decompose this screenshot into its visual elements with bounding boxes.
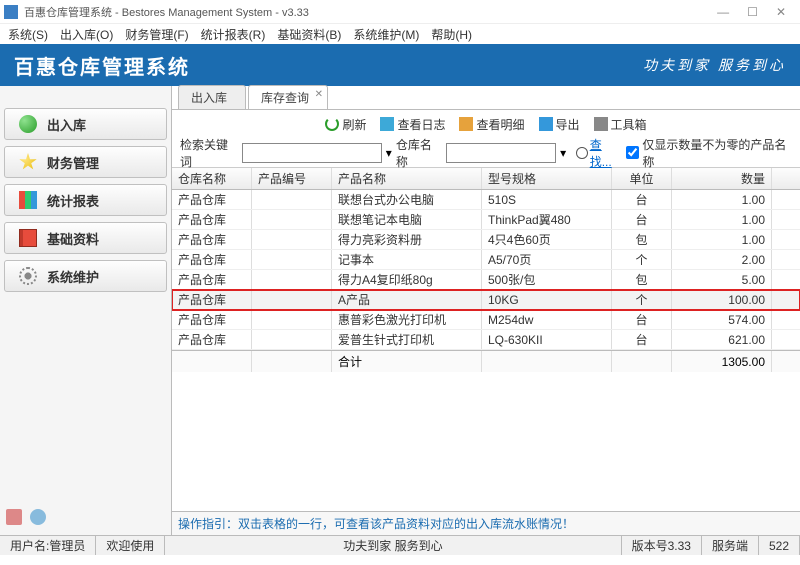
hint-text: 操作指引：双击表格的一行，可查看该产品资料对应的出入库流水账情况！ [172,511,800,535]
menu-item[interactable]: 统计报表(R) [201,26,266,43]
status-user: 用户名:管理员 [0,536,96,555]
menu-item[interactable]: 帮助(H) [431,26,472,43]
table-row[interactable]: 产品仓库 爱普生针式打印机 LQ-630KII 台 621.00 [172,330,800,350]
maximize-button[interactable]: ☐ [747,5,758,19]
search-bar: 检索关键词 ▾ 仓库名称 ▾ 查找... 仅显示数量不为零的产品名称 [172,138,800,168]
toolbar: 刷新查看日志查看明细导出工具箱 [172,110,800,138]
ic-book-icon [19,229,37,247]
col-spec[interactable]: 型号规格 [482,168,612,189]
status-bar: 用户名:管理员 欢迎使用 功夫到家 服务到心 版本号3.33 服务端 522 [0,535,800,555]
inventory-table: 仓库名称 产品编号 产品名称 型号规格 单位 数量 产品仓库 联想台式办公电脑 … [172,168,800,511]
warehouse-label: 仓库名称 [396,136,442,170]
menu-bar: 系统(S) 出入库(O) 财务管理(F) 统计报表(R) 基础资料(B) 系统维护(M) 帮… [0,24,800,44]
title-bar: 百惠仓库管理系统 - Bestores Management System - … [0,0,800,24]
col-unit[interactable]: 单位 [612,168,672,189]
menu-item[interactable]: 系统(S) [8,26,48,43]
warehouse-dropdown-icon[interactable]: ▾ [560,146,566,160]
status-center: 功夫到家 服务到心 [165,536,621,555]
ti-detail-icon [459,117,473,131]
ti-log-icon [380,117,394,131]
table-row[interactable]: 产品仓库 联想台式办公电脑 510S 台 1.00 [172,190,800,210]
keyword-dropdown-icon[interactable]: ▾ [386,146,392,160]
sidebar-item[interactable]: 出入库 [4,108,167,140]
search-icon [576,147,588,159]
keyword-input[interactable] [242,143,382,163]
ic-chart-icon [19,191,37,209]
window-title: 百惠仓库管理系统 - Bestores Management System - … [24,4,717,20]
footer-total: 1305.00 [672,351,772,372]
table-row[interactable]: 产品仓库 惠普彩色激光打印机 M254dw 台 574.00 [172,310,800,330]
toolbar-button[interactable]: 工具箱 [594,116,647,133]
close-button[interactable]: ✕ [776,5,786,19]
ti-refresh-icon [325,117,339,131]
tab[interactable]: 出入库 [178,85,246,109]
brand-slogan: 功夫到家 服务到心 [643,55,786,75]
ic-star-icon [19,153,37,171]
table-header: 仓库名称 产品编号 产品名称 型号规格 单位 数量 [172,168,800,190]
keyword-label: 检索关键词 [180,136,238,170]
menu-item[interactable]: 出入库(O) [60,26,113,43]
app-banner: 百惠仓库管理系统 功夫到家 服务到心 [0,44,800,86]
menu-item[interactable]: 基础资料(B) [277,26,341,43]
reload-icon[interactable] [30,509,46,525]
ic-gear-icon [19,267,37,285]
col-code[interactable]: 产品编号 [252,168,332,189]
warehouse-input[interactable] [446,143,556,163]
sidebar-item[interactable]: 统计报表 [4,184,167,216]
toolbar-button[interactable]: 导出 [539,116,580,133]
brand-title: 百惠仓库管理系统 [14,51,190,80]
toolbar-button[interactable]: 刷新 [325,116,366,133]
ic-green-icon [19,115,37,133]
tab[interactable]: 库存查询✕ [248,85,328,109]
table-row[interactable]: 产品仓库 记事本 A5/70页 个 2.00 [172,250,800,270]
status-version: 版本号3.33 [622,536,702,555]
exit-icon[interactable] [6,509,22,525]
nonzero-label: 仅显示数量不为零的产品名称 [642,136,792,170]
footer-label: 合计 [332,351,482,372]
sidebar-bottom-icons [4,503,167,531]
minimize-button[interactable]: — [717,5,729,19]
table-row[interactable]: 产品仓库 联想笔记本电脑 ThinkPad翼480 台 1.00 [172,210,800,230]
status-welcome: 欢迎使用 [96,536,165,555]
window-controls: — ☐ ✕ [717,5,796,19]
table-row[interactable]: 产品仓库 得力A4复印纸80g 500张/包 包 5.00 [172,270,800,290]
status-server: 服务端 [702,536,759,555]
col-warehouse[interactable]: 仓库名称 [172,168,252,189]
col-name[interactable]: 产品名称 [332,168,482,189]
status-count: 522 [759,536,800,555]
find-link[interactable]: 查找... [576,136,622,170]
app-icon [4,5,18,19]
nonzero-checkbox[interactable] [626,146,639,159]
toolbar-button[interactable]: 查看日志 [380,116,445,133]
toolbar-button[interactable]: 查看明细 [459,116,524,133]
sidebar-item[interactable]: 财务管理 [4,146,167,178]
table-row[interactable]: 产品仓库 得力亮彩资料册 4只4色60页 包 1.00 [172,230,800,250]
col-qty[interactable]: 数量 [672,168,772,189]
tab-bar: 出入库库存查询✕ [172,86,800,110]
table-row[interactable]: 产品仓库 A产品 10KG 个 100.00 [172,290,800,310]
sidebar: 出入库财务管理统计报表基础资料系统维护 [0,86,172,535]
ti-tools-icon [594,117,608,131]
sidebar-item[interactable]: 系统维护 [4,260,167,292]
menu-item[interactable]: 系统维护(M) [353,26,419,43]
ti-export-icon [539,117,553,131]
table-footer: 合计 1305.00 [172,350,800,372]
content-area: 出入库库存查询✕ 刷新查看日志查看明细导出工具箱 检索关键词 ▾ 仓库名称 ▾ … [172,86,800,535]
menu-item[interactable]: 财务管理(F) [125,26,188,43]
sidebar-item[interactable]: 基础资料 [4,222,167,254]
tab-close-icon[interactable]: ✕ [315,89,323,100]
